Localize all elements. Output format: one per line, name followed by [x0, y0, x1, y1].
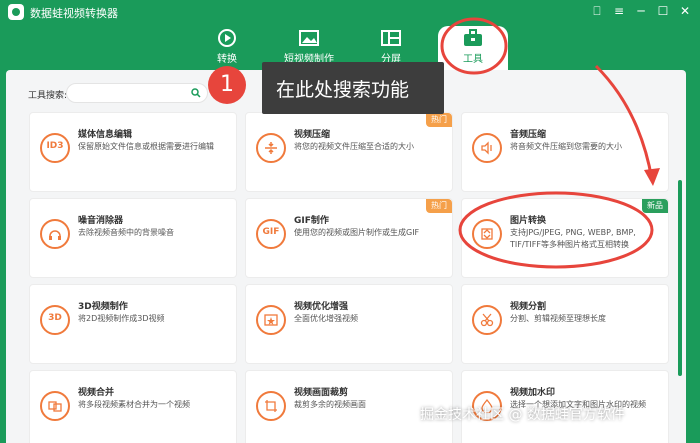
id3-icon: ID3 [40, 133, 70, 163]
tool-card-video-merge[interactable]: 视频合并 将多段视频素材合并为一个视频 [29, 370, 237, 443]
tab-tools[interactable]: 工具 [438, 26, 508, 72]
tool-title: 图片转换 [510, 216, 547, 226]
merge-icon [40, 391, 70, 421]
tool-title: 音频压缩 [510, 130, 547, 140]
feedback-icon[interactable]: ⎕ [588, 2, 606, 20]
audio-compress-icon [472, 133, 502, 163]
tool-card-video-enhance[interactable]: 视频优化增强 全面优化增强视频 [245, 284, 453, 364]
menu-icon[interactable]: ≡ [610, 2, 628, 20]
compress-icon [256, 133, 286, 163]
tool-card-audio-compress[interactable]: 音频压缩 将音频文件压缩到您需要的大小 [461, 112, 669, 192]
crop-icon [256, 391, 286, 421]
search-label: 工具搜索: [28, 91, 68, 101]
tool-title: 3D视频制作 [78, 302, 128, 312]
title-bar: 数据蛙视频转换器 ⎕ ≡ ─ ☐ ✕ [0, 0, 700, 24]
tool-title: 视频加水印 [510, 388, 556, 398]
annotation-tooltip: 在此处搜索功能 [262, 62, 444, 114]
headphones-icon [40, 219, 70, 249]
new-badge: 新品 [642, 199, 668, 213]
tab-convert-label: 转换 [217, 54, 237, 65]
window-controls: ⎕ ≡ ─ ☐ ✕ [588, 2, 694, 20]
tool-card-gif-maker[interactable]: GIF GIF制作 使用您的视频或图片制作或生成GIF 热门 [245, 198, 453, 278]
enhance-icon [256, 305, 286, 335]
tool-card-noise-remover[interactable]: 噪音消除器 去除视频音频中的背景噪音 [29, 198, 237, 278]
tool-title: 视频合并 [78, 388, 115, 398]
convert-icon [218, 29, 236, 47]
minimize-button[interactable]: ─ [632, 2, 650, 20]
tool-desc: 保留原始文件信息或根据需要进行编辑 [78, 142, 214, 151]
tool-card-video-compress[interactable]: 视频压缩 将您的视频文件压缩至合适的大小 热门 [245, 112, 453, 192]
tool-title: 视频分割 [510, 302, 547, 312]
tool-desc: 将音频文件压缩到您需要的大小 [510, 142, 622, 151]
tool-title: 视频画面裁剪 [294, 388, 349, 398]
tool-card-video-split[interactable]: 视频分割 分割、剪辑视频至理想长度 [461, 284, 669, 364]
tool-desc: 全面优化增强视频 [294, 314, 358, 323]
maximize-button[interactable]: ☐ [654, 2, 672, 20]
watermark-text: 掘金技术社区 @ 数据蛙官方软件 [420, 407, 625, 423]
search-input[interactable] [73, 86, 181, 100]
tab-convert[interactable]: 转换 [192, 26, 262, 70]
tab-tools-label: 工具 [463, 54, 483, 65]
tool-desc: 将2D视频制作成3D视频 [78, 314, 165, 323]
hot-badge: 热门 [426, 113, 452, 127]
annotation-number: 1 [208, 66, 246, 104]
search-icon[interactable] [191, 88, 201, 98]
scissors-icon [472, 305, 502, 335]
tool-desc: 使用您的视频或图片制作或生成GIF [294, 228, 420, 237]
tool-desc: 将您的视频文件压缩至合适的大小 [294, 142, 414, 151]
tool-desc: 分割、剪辑视频至理想长度 [510, 314, 606, 323]
hot-badge: 热门 [426, 199, 452, 213]
app-logo-icon [8, 4, 24, 20]
tool-title: GIF制作 [294, 216, 329, 226]
image-convert-icon [472, 219, 502, 249]
tool-desc: 将多段视频素材合并为一个视频 [78, 400, 190, 409]
tool-title: 视频优化增强 [294, 302, 349, 312]
gif-icon: GIF [256, 219, 286, 249]
video-maker-icon [299, 30, 319, 46]
split-screen-icon [381, 30, 401, 46]
close-button[interactable]: ✕ [676, 2, 694, 20]
app-window: 数据蛙视频转换器 ⎕ ≡ ─ ☐ ✕ 转换 短视频制作 分屏 工具 工具搜索: [0, 0, 700, 443]
tool-desc: 支持JPG/JPEG, PNG, WEBP, BMP, TIF/TIFF等多种图… [510, 228, 636, 249]
annotation-text: 在此处搜索功能 [276, 79, 410, 101]
tool-title: 媒体信息编辑 [78, 130, 133, 140]
search-box [66, 83, 208, 103]
tool-title: 视频压缩 [294, 130, 331, 140]
toolbox-icon [464, 29, 482, 46]
scrollbar[interactable] [678, 180, 682, 376]
app-title: 数据蛙视频转换器 [30, 7, 118, 20]
tool-card-media-info[interactable]: ID3 媒体信息编辑 保留原始文件信息或根据需要进行编辑 [29, 112, 237, 192]
tool-card-3d-video[interactable]: 3D 3D视频制作 将2D视频制作成3D视频 [29, 284, 237, 364]
3d-icon: 3D [40, 305, 70, 335]
tool-title: 噪音消除器 [78, 216, 124, 226]
tool-desc: 去除视频音频中的背景噪音 [78, 228, 174, 237]
tool-card-image-convert[interactable]: 图片转换 支持JPG/JPEG, PNG, WEBP, BMP, TIF/TIF… [461, 198, 669, 278]
tools-panel: 工具搜索: ID3 媒体信息编辑 保留原始文件信息或根据需要进行编辑 视频压缩 … [6, 70, 686, 443]
